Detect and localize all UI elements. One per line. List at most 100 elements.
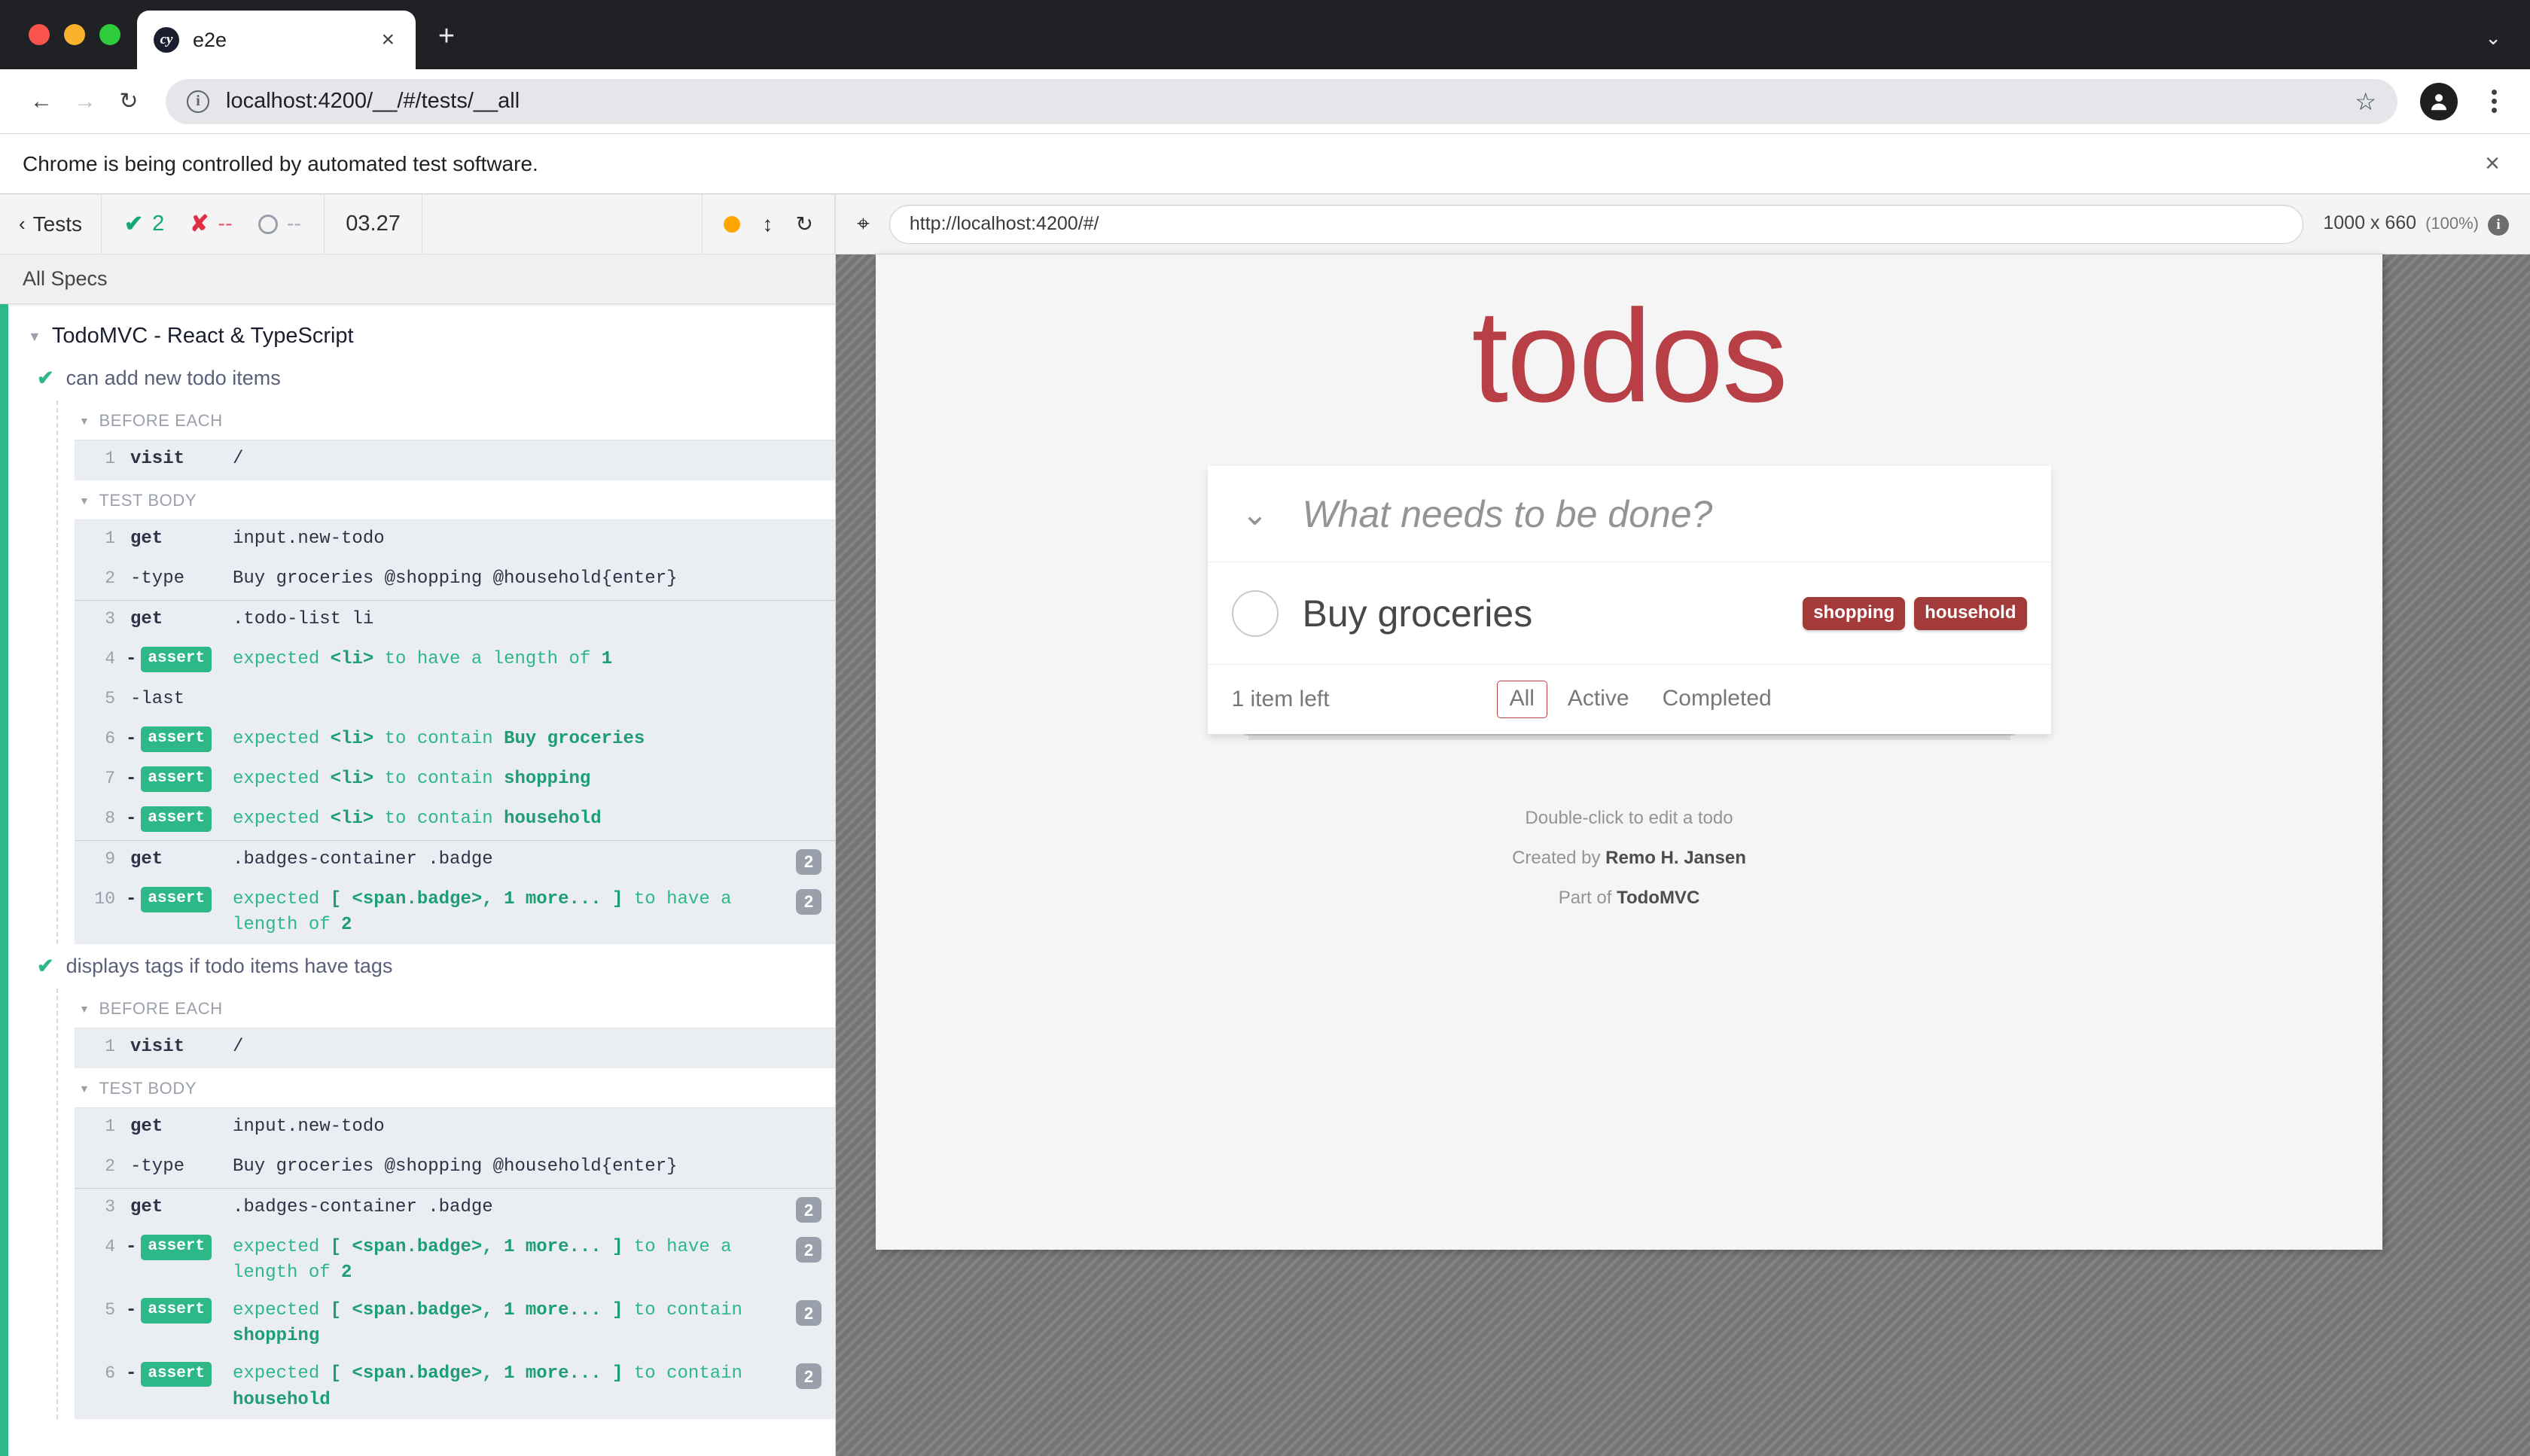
info-author-name: Remo H. Jansen (1605, 848, 1746, 868)
window-minimize-button[interactable] (64, 24, 85, 45)
command-message: / (228, 1034, 787, 1060)
aut-url-field[interactable]: http://localhost:4200/#/ (889, 205, 2303, 244)
command-row[interactable]: 10-assertexpected [ <span.badge>, 1 more… (75, 881, 835, 944)
new-todo-input[interactable] (1303, 492, 2051, 536)
check-icon: ✔ (124, 211, 143, 237)
hook-name: BEFORE EACH (99, 411, 222, 431)
command-row[interactable]: 2-typeBuy groceries @shopping @household… (75, 560, 835, 600)
back-to-tests-button[interactable]: ‹ Tests (0, 194, 102, 254)
todoapp-info-footer: Double-click to edit a todo Created by R… (1208, 799, 2051, 918)
stat-failed-count: -- (218, 212, 232, 236)
info-partof-prefix: Part of (1559, 888, 1617, 908)
command-row[interactable]: 1visit/0 (75, 1028, 835, 1068)
auto-scroll-dot-icon[interactable] (724, 216, 740, 233)
forward-icon[interactable]: → (63, 80, 107, 123)
badges-container: shoppinghousehold (1803, 597, 2026, 630)
command-count-badge: 2 (796, 849, 821, 875)
test-commands: ▼BEFORE EACH1visit/0▼TEST BODY1getinput.… (56, 401, 835, 944)
command-row[interactable]: 4-assertexpected [ <span.badge>, 1 more.… (75, 1229, 835, 1292)
command-number: 4 (82, 647, 115, 672)
command-message: Buy groceries @shopping @household{enter… (228, 566, 787, 592)
test-row[interactable]: ✔displays tags if todo items have tags (8, 944, 835, 988)
todo-footer: 1 item left AllActiveCompleted (1208, 665, 2051, 734)
command-row[interactable]: 1getinput.new-todo0 (75, 1108, 835, 1148)
command-name: -last (115, 687, 228, 712)
command-row[interactable]: 2-typeBuy groceries @shopping @household… (75, 1148, 835, 1188)
hook-name: BEFORE EACH (99, 999, 222, 1019)
command-row[interactable]: 1visit/0 (75, 440, 835, 480)
bookmark-star-icon[interactable]: ☆ (2355, 87, 2376, 116)
hook-name: TEST BODY (99, 491, 197, 510)
command-name: -assert (115, 1361, 228, 1387)
site-info-icon[interactable]: i (187, 90, 209, 113)
command-row[interactable]: 6-assertexpected [ <span.badge>, 1 more.… (75, 1355, 835, 1418)
command-number: 2 (82, 1154, 115, 1179)
browser-tab[interactable]: cy e2e × (137, 11, 416, 69)
command-row[interactable]: 1getinput.new-todo0 (75, 520, 835, 560)
command-row[interactable]: 3get.badges-container .badge2 (75, 1189, 835, 1229)
new-tab-button[interactable]: + (429, 20, 464, 53)
todo-label[interactable]: Buy groceries (1303, 592, 1803, 635)
command-message: expected <li> to contain household (228, 806, 787, 832)
command-number: 1 (82, 526, 115, 551)
command-row[interactable]: 7-assertexpected <li> to contain shoppin… (75, 760, 835, 800)
command-row[interactable]: 9get.badges-container .badge2 (75, 841, 835, 881)
filter-all[interactable]: All (1497, 681, 1547, 718)
info-icon[interactable]: i (2488, 215, 2509, 236)
command-row[interactable]: 5-assertexpected [ <span.badge>, 1 more.… (75, 1292, 835, 1355)
command-row[interactable]: 8-assertexpected <li> to contain househo… (75, 800, 835, 840)
command-row[interactable]: 4-assertexpected <li> to have a length o… (75, 641, 835, 681)
todo-item: Buy groceriesshoppinghousehold (1208, 562, 2051, 665)
command-name: get (115, 607, 228, 632)
command-row[interactable]: 5-last0 (75, 681, 835, 720)
command-name: -assert (115, 1298, 228, 1323)
avatar[interactable] (2420, 83, 2458, 120)
reporter-controls: ↕ ↻ (703, 194, 835, 254)
test-row[interactable]: ✔ can add new todo items (8, 356, 835, 401)
command-name: -assert (115, 1235, 228, 1260)
hook-label[interactable]: ▼TEST BODY (75, 1068, 835, 1107)
viewport-info: 1000 x 660 (100%) i (2323, 212, 2509, 236)
command-message: expected <li> to contain Buy groceries (228, 726, 787, 752)
hook-label[interactable]: ▼TEST BODY (75, 480, 835, 519)
test-title: can add new todo items (66, 367, 281, 390)
check-icon: ✔ (37, 955, 54, 978)
aut-pane: ⌖ http://localhost:4200/#/ 1000 x 660 (1… (836, 194, 2530, 1456)
all-specs-bar[interactable]: All Specs (0, 254, 835, 304)
window-close-button[interactable] (29, 24, 50, 45)
command-number: 7 (82, 766, 115, 791)
command-row[interactable]: 3get.todo-list li0 (75, 601, 835, 641)
chevron-down-icon[interactable]: ⌄ (2485, 26, 2501, 50)
browser-menu-icon[interactable] (2477, 90, 2510, 113)
reload-icon[interactable]: ↻ (107, 80, 151, 123)
todoapp: ⌄ Buy groceriesshoppinghousehold 1 item … (1208, 466, 2051, 734)
assert-pill: assert (141, 1235, 212, 1260)
command-name: -assert (115, 806, 228, 832)
command-count-badge: 2 (796, 1300, 821, 1326)
command-message: expected [ <span.badge>, 1 more... ] to … (228, 1298, 787, 1349)
test-item: ✔displays tags if todo items have tags▼B… (8, 944, 835, 1418)
filter-completed[interactable]: Completed (1650, 681, 1785, 718)
suite-title[interactable]: ▼ TodoMVC - React & TypeScript (8, 316, 835, 356)
window-maximize-button[interactable] (99, 24, 120, 45)
close-icon[interactable]: × (2485, 149, 2507, 178)
selector-playground-icon[interactable]: ⌖ (857, 212, 870, 237)
toggle-all-chevron-icon[interactable]: ⌄ (1208, 498, 1303, 530)
check-icon: ✔ (37, 367, 54, 390)
stat-pending-count: -- (287, 212, 301, 236)
close-icon[interactable]: × (376, 27, 399, 53)
command-row[interactable]: 6-assertexpected <li> to contain Buy gro… (75, 720, 835, 760)
stat-pending: -- (258, 212, 301, 236)
hook-label[interactable]: ▼BEFORE EACH (75, 988, 835, 1028)
command-group: 1getinput.new-todo02-typeBuy groceries @… (75, 1107, 835, 1188)
filter-active[interactable]: Active (1555, 681, 1642, 718)
command-message: expected [ <span.badge>, 1 more... ] to … (228, 887, 787, 938)
command-group: 1visit/0 (75, 1028, 835, 1068)
auto-scroll-icon[interactable]: ↕ (763, 212, 773, 236)
hook-label[interactable]: ▼BEFORE EACH (75, 401, 835, 440)
restart-tests-icon[interactable]: ↻ (796, 212, 813, 236)
command-number: 3 (82, 607, 115, 632)
back-icon[interactable]: ← (20, 80, 63, 123)
address-bar[interactable]: i localhost:4200/__/#/tests/__all ☆ (166, 79, 2397, 124)
todo-toggle-checkbox[interactable] (1208, 590, 1303, 637)
